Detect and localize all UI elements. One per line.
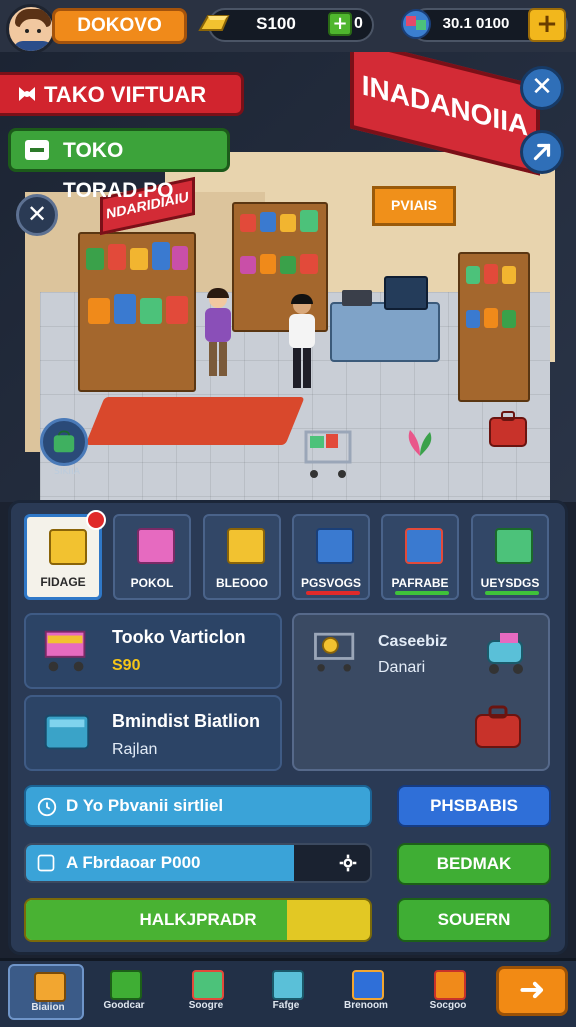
toko-varticlon-title: Tooko Varticlon — [112, 627, 246, 647]
nav-brenoom[interactable]: Brenoom — [328, 964, 404, 1020]
category-underline — [306, 591, 360, 595]
cart-icon — [495, 528, 533, 564]
category-pokol[interactable]: POKOL — [113, 514, 191, 600]
house-icon — [110, 970, 142, 1000]
fbrdaoar-bar[interactable]: A Fbrdaoar P000 — [24, 843, 372, 883]
bag-badge[interactable]: SIKIIA — [40, 418, 88, 477]
category-label: POKOL — [130, 576, 174, 590]
crate-icon — [272, 970, 304, 1000]
bow-icon — [19, 87, 35, 101]
notification-badge — [86, 510, 106, 530]
toko-varticlon-price: S90 — [112, 657, 141, 674]
nav-goodcar[interactable]: Goodcar — [86, 964, 162, 1020]
scooter-icon — [487, 633, 523, 674]
category-label: FIDAGE — [40, 575, 86, 589]
tako-vituar-label: TAKO VIFTUAR — [44, 82, 207, 107]
cart-gold-icon — [314, 632, 355, 672]
gift-box-icon — [137, 528, 175, 564]
bag-icon — [227, 528, 265, 564]
souern-button[interactable]: SOUERN — [397, 898, 551, 942]
add-gems-button[interactable]: + — [528, 8, 566, 42]
tako-vituar-banner[interactable]: TAKO VIFTUAR — [0, 72, 244, 116]
toko-torad-label: TOKO TORAD.PO — [63, 139, 174, 202]
truck-icon — [49, 529, 87, 565]
caseebiz-card[interactable]: Caseebiz Danari — [292, 613, 550, 771]
basket-icon — [44, 714, 90, 750]
red-bag-icon — [475, 705, 521, 748]
category-label: BLEOOO — [215, 576, 268, 590]
tag-icon — [37, 854, 55, 872]
close-left-button[interactable]: ✕ — [16, 194, 58, 236]
category-bleooo[interactable]: BLEOOO — [203, 514, 281, 600]
category-label: PGSVOGS — [300, 576, 362, 590]
store-front-icon — [34, 972, 66, 1002]
category-underline — [485, 591, 539, 595]
category-label: UEYSDGS — [480, 576, 540, 590]
nav-label: Goodcar — [103, 1000, 145, 1011]
nav-label: Soogre — [188, 1000, 224, 1011]
shelf-left — [78, 232, 196, 392]
phsbabis-button[interactable]: PHSBABIS — [397, 785, 551, 827]
bag-icon — [53, 430, 75, 453]
customer-white[interactable] — [287, 294, 317, 392]
briefcase-icon — [434, 970, 466, 1000]
arrow-up-right-icon — [533, 143, 551, 161]
nav-biaiion[interactable]: Biaiion — [8, 964, 84, 1020]
gold-extra-value: 0 — [354, 15, 363, 32]
clock-icon — [37, 797, 57, 817]
bmindist-title: Bmindist Biatlion — [112, 711, 260, 731]
nav-soogre[interactable]: Soogre — [168, 964, 244, 1020]
customer-purple[interactable] — [203, 288, 233, 380]
package-icon — [405, 528, 443, 564]
gem-icon — [401, 9, 431, 39]
progress-label: HALKJPRADR — [139, 910, 257, 929]
counter-sign: PVIAIS — [372, 186, 456, 226]
category-pgsvogs[interactable]: PGSVOGS — [292, 514, 370, 600]
shelf-right — [458, 252, 530, 402]
caseebiz-sub: Danari — [378, 659, 426, 676]
progress-bar: HALKJPRADR — [24, 898, 372, 942]
category-underline — [395, 591, 449, 595]
bag-badge-label: SIKIIA — [54, 467, 80, 477]
shopping-cart-icon[interactable] — [300, 426, 356, 486]
caseebiz-title: Caseebiz — [378, 633, 448, 650]
info-bar[interactable]: D Yo Pbvanii sirtliel — [24, 785, 372, 827]
monitor-icon — [352, 970, 384, 1000]
category-pafrabe[interactable]: PAFRABE — [381, 514, 459, 600]
soda-box-icon — [316, 528, 354, 564]
player-name[interactable]: DOKOVO — [52, 8, 187, 44]
info-bar-label: D Yo Pbvanii sirtliel — [66, 796, 224, 815]
nav-label: Biaiion — [31, 1002, 65, 1013]
shelf-icon — [192, 970, 224, 1000]
floor-rug — [85, 397, 305, 445]
store-icon — [25, 140, 49, 160]
plant-icon — [408, 430, 432, 456]
gem-value: 30.1 0100 — [442, 15, 510, 32]
add-gold-button[interactable]: + — [328, 12, 352, 36]
shopping-cart-pink-icon — [44, 630, 86, 672]
nav-label: Fafge — [272, 1000, 300, 1011]
checkout-counter[interactable] — [330, 276, 440, 362]
bmindist-card[interactable]: Bmindist Biatlion Rajlan — [24, 695, 282, 771]
suitcase-icon — [489, 411, 527, 447]
expand-button[interactable] — [520, 130, 564, 174]
bmindist-sub: Rajlan — [112, 741, 158, 758]
gold-value: S100 — [256, 14, 296, 33]
next-arrow-button[interactable]: ➜ — [496, 966, 568, 1016]
nav-label: Brenoom — [344, 1000, 388, 1011]
toko-torad-banner[interactable]: TOKO TORAD.PO — [8, 128, 230, 202]
gear-icon[interactable] — [338, 853, 358, 873]
toko-varticlon-card[interactable]: Tooko Varticlon S90 — [24, 613, 282, 689]
fbrdaoar-label: A Fbrdaoar P000 — [66, 853, 201, 872]
close-button[interactable]: ✕ — [520, 66, 564, 110]
nav-label: Socgoo — [429, 1000, 467, 1011]
category-label: PAFRABE — [391, 576, 449, 590]
category-ueysdgs[interactable]: UEYSDGS — [471, 514, 549, 600]
nav-fafge[interactable]: Fafge — [248, 964, 324, 1020]
gold-bar-icon — [198, 15, 230, 31]
nav-socgoo[interactable]: Socgoo — [410, 964, 486, 1020]
bedmak-button[interactable]: BEDMAK — [397, 843, 551, 885]
player-avatar[interactable] — [6, 4, 56, 54]
